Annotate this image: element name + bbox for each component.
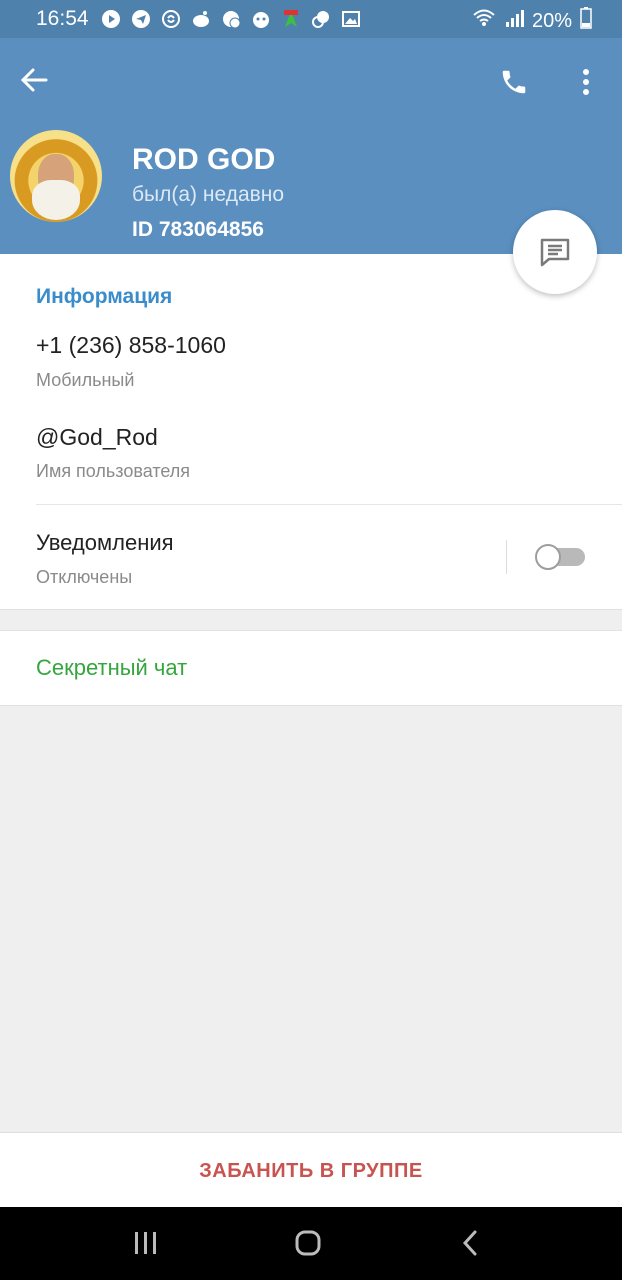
youtube-icon — [100, 8, 122, 30]
avatar-beard — [32, 180, 80, 220]
battery-icon — [580, 7, 592, 35]
profile-id: ID 783064856 — [132, 218, 264, 241]
ban-button[interactable]: ЗАБАНИТЬ В ГРУППЕ — [0, 1132, 622, 1208]
phone-icon — [502, 70, 526, 94]
home-button[interactable] — [288, 1225, 328, 1261]
chevron-left-icon — [462, 1230, 477, 1256]
info-section-title: Информация — [36, 285, 173, 308]
battery-percent: 20% — [531, 9, 572, 32]
profile-name: ROD GOD — [132, 143, 276, 176]
phone-number[interactable]: +1 (236) 858-1060 — [36, 332, 226, 359]
back-button[interactable] — [14, 60, 54, 100]
home-icon — [295, 1230, 321, 1256]
notifications-state: Отключены — [36, 567, 133, 587]
call-button[interactable] — [492, 60, 536, 104]
signal-icon — [504, 8, 524, 34]
ban-label: ЗАБАНИТЬ В ГРУППЕ — [199, 1160, 423, 1182]
username-label: Имя пользователя — [36, 461, 191, 481]
message-button[interactable] — [513, 210, 597, 294]
wifi-icon — [472, 8, 496, 34]
info-section: Информация +1 (236) 858-1060 Мобильный @… — [0, 254, 622, 610]
system-nav-bar — [0, 1207, 622, 1280]
toggle-separator — [506, 540, 507, 574]
toggle-knob — [535, 544, 561, 570]
more-options-button[interactable] — [566, 60, 606, 104]
shazam-icon — [160, 8, 182, 30]
message-icon — [540, 238, 570, 267]
status-bar: 16:54 20% — [0, 0, 622, 38]
more-vert-icon — [583, 69, 589, 95]
phone-label: Мобильный — [36, 370, 135, 390]
notification-icons — [100, 8, 362, 30]
notifications-toggle[interactable] — [535, 544, 585, 570]
username[interactable]: @God_Rod — [36, 424, 158, 451]
recents-button[interactable] — [126, 1225, 166, 1261]
reddit-icon — [190, 8, 212, 30]
status-time: 16:54 — [36, 7, 89, 30]
translate-icon — [310, 8, 332, 30]
bot-icon — [250, 8, 272, 30]
system-status: 20% — [472, 7, 592, 35]
divider — [36, 504, 622, 505]
gallery-icon — [340, 8, 362, 30]
fake-gps-icon — [280, 8, 302, 30]
avatar[interactable] — [10, 130, 102, 222]
notifications-title[interactable]: Уведомления — [36, 530, 174, 556]
nav-back-button[interactable] — [450, 1225, 490, 1261]
telegram-icon — [130, 8, 152, 30]
recents-icon — [135, 1232, 156, 1254]
secret-chat-row[interactable]: Секретный чат — [0, 630, 622, 706]
profile-status: был(а) недавно — [132, 183, 285, 206]
vk-icon — [220, 8, 242, 30]
secret-chat-label: Секретный чат — [36, 655, 188, 680]
arrow-left-icon — [20, 68, 48, 92]
